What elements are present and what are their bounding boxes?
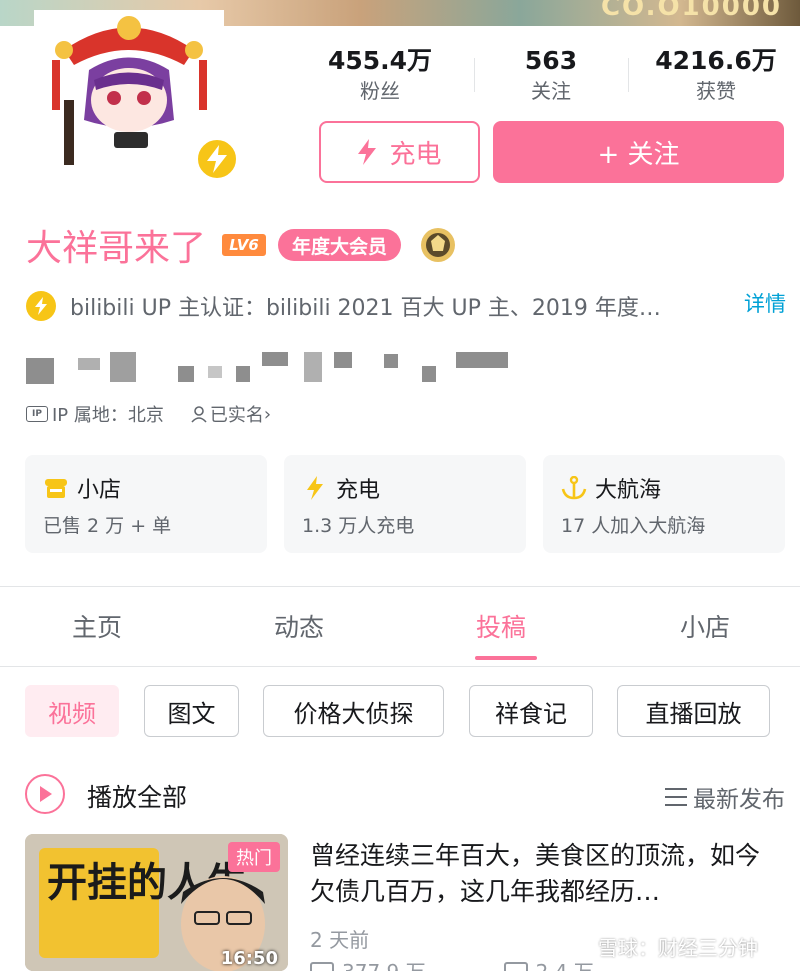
- chip-price-detective[interactable]: 价格大侦探: [263, 685, 444, 737]
- chip-xiangshiji[interactable]: 祥食记: [469, 685, 593, 737]
- card-title: 小店: [77, 478, 122, 503]
- card-guard[interactable]: 大航海 17 人加入大航海: [543, 455, 785, 553]
- vip-badge[interactable]: 年度大会员: [278, 229, 402, 261]
- tab-home[interactable]: 主页: [72, 608, 122, 644]
- service-cards: 小店 已售 2 万 + 单 充电 1.3 万人充电 大航海 17 人加入大航海: [25, 455, 785, 553]
- medal-icon[interactable]: [419, 226, 457, 264]
- card-subtitle: 1.3 万人充电: [302, 515, 415, 537]
- anchor-icon: [561, 475, 587, 501]
- tab-shop[interactable]: 小店: [680, 608, 730, 644]
- card-shop[interactable]: 小店 已售 2 万 + 单: [25, 455, 267, 553]
- certification-text: bilibili UP 主认证：bilibili 2021 百大 UP 主、20…: [70, 296, 661, 321]
- video-title[interactable]: 曾经连续三年百大，美食区的顶流，如今欠债几百万，这几年我都经历…: [310, 838, 780, 910]
- follow-button[interactable]: + 关注: [493, 121, 784, 183]
- card-charge[interactable]: 充电 1.3 万人充电: [284, 455, 526, 553]
- stat-likes[interactable]: 4216.6万 获赞: [636, 44, 796, 104]
- shop-icon: [43, 475, 69, 501]
- charge-button[interactable]: 充电: [319, 121, 480, 183]
- view-count: 377.9 万: [310, 956, 426, 971]
- play-all-button[interactable]: 播放全部: [87, 778, 187, 814]
- level-badge: LV6: [222, 234, 267, 256]
- tab-uploads[interactable]: 投稿: [476, 608, 526, 644]
- realname-label: 已实名: [209, 405, 264, 426]
- card-title: 充电: [336, 478, 381, 503]
- card-subtitle: 17 人加入大航海: [561, 515, 706, 537]
- stats-bar: 455.4万 粉丝 563 关注 4216.6万 获赞: [300, 44, 800, 108]
- lightning-icon: [302, 475, 328, 501]
- video-thumbnail[interactable]: 开挂的人生 热门 16:50: [25, 834, 288, 971]
- view-count-value: 377.9 万: [342, 956, 426, 971]
- profile-tabs: 主页 动态 投稿 小店: [0, 598, 800, 662]
- snowball-logo-icon: [564, 942, 590, 957]
- play-count-icon: [310, 961, 334, 971]
- follow-button-label: + 关注: [597, 139, 680, 170]
- name-row: 大祥哥来了 LV6 年度大会员: [26, 220, 457, 270]
- charge-badge: [194, 136, 240, 182]
- username: 大祥哥来了: [26, 228, 207, 269]
- stat-followers[interactable]: 455.4万 粉丝: [300, 44, 460, 104]
- watermark-text: 雪球：财经三分钟: [598, 936, 758, 960]
- hot-badge: 热门: [228, 842, 280, 872]
- certified-lightning-icon: [26, 291, 56, 321]
- stat-label: 粉丝: [360, 79, 400, 103]
- detail-link[interactable]: 详情: [744, 288, 786, 318]
- danmaku-icon: [503, 961, 528, 971]
- active-tab-indicator: [475, 656, 537, 660]
- divider: [0, 586, 800, 587]
- sort-label: 最新发布: [693, 787, 785, 813]
- video-duration: 16:50: [220, 948, 278, 969]
- charge-button-label: 充电: [389, 139, 442, 170]
- chip-live-replay[interactable]: 直播回放: [617, 685, 770, 737]
- certification-row[interactable]: bilibili UP 主认证：bilibili 2021 百大 UP 主、20…: [26, 288, 786, 324]
- chevron-right-icon: ›: [263, 403, 272, 425]
- lightning-icon: [358, 139, 377, 165]
- card-title: 大航海: [595, 478, 662, 503]
- person-icon: [191, 406, 207, 423]
- watermark: 雪球：财经三分钟: [562, 932, 758, 961]
- tab-dynamic[interactable]: 动态: [274, 608, 324, 644]
- chip-article[interactable]: 图文: [144, 685, 239, 737]
- stat-value: 455.4万: [327, 46, 433, 75]
- banner-text: CO.O10000: [600, 0, 782, 22]
- stat-value: 4216.6万: [655, 46, 777, 75]
- play-all-icon[interactable]: [25, 774, 65, 814]
- stat-value: 563: [524, 46, 578, 75]
- playlist-header: 播放全部 最新发布: [25, 772, 785, 816]
- sort-dropdown[interactable]: 最新发布: [665, 780, 785, 814]
- content-filter-chips: 视频 图文 价格大侦探 祥食记 直播回放: [25, 685, 785, 737]
- ip-location: IP 属地：北京: [52, 405, 164, 426]
- video-date: 2 天前: [310, 928, 370, 952]
- chip-video[interactable]: 视频: [25, 685, 119, 737]
- sort-icon: [665, 788, 687, 806]
- stat-label: 关注: [531, 79, 571, 103]
- realname-link[interactable]: 已实名 ›: [190, 401, 271, 427]
- redacted-bio: [26, 352, 526, 386]
- stat-divider: [628, 58, 629, 92]
- stat-following[interactable]: 563 关注: [471, 44, 631, 104]
- avatar[interactable]: [34, 10, 240, 182]
- stat-label: 获赞: [696, 79, 736, 103]
- ip-row: IP IP 属地：北京 已实名 ›: [26, 400, 271, 428]
- divider: [0, 666, 800, 667]
- card-subtitle: 已售 2 万 + 单: [43, 515, 172, 537]
- ip-icon: IP: [26, 406, 48, 422]
- lightning-icon: [207, 145, 227, 173]
